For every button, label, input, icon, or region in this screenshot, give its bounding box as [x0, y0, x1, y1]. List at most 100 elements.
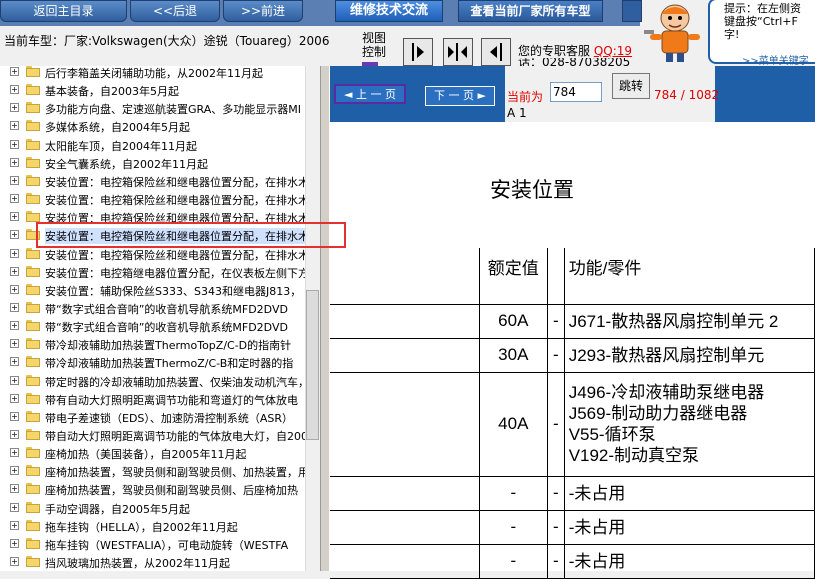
- tree-item[interactable]: + 安装位置：辅助保险丝S333、S343和继电器J813，: [0, 281, 310, 299]
- dash-cell: -: [547, 475, 565, 511]
- current-page-label: 当前为: [507, 90, 544, 104]
- expand-icon[interactable]: +: [10, 538, 19, 548]
- expand-icon[interactable]: +: [10, 339, 19, 349]
- tree-item[interactable]: + 安装位置：电控箱保险丝和继电器位置分配，在排水术: [0, 190, 310, 208]
- support-text: 您的专职客服: [518, 44, 591, 58]
- rating-header: 额定值: [478, 248, 549, 305]
- back-to-main-button[interactable]: 返回主目录: [0, 0, 127, 22]
- tree-item[interactable]: + 带自动大灯照明距离调节功能的气体放电大灯，自200: [0, 426, 310, 444]
- page-number-input[interactable]: [550, 82, 602, 102]
- expand-icon[interactable]: +: [10, 557, 19, 567]
- blank-cell: [330, 509, 480, 545]
- tree-item[interactable]: + 带“数字式组合音响”的收音机导航系统MFD2DVD: [0, 299, 310, 317]
- tree-item[interactable]: + 太阳能车顶，自2004年11月起: [0, 136, 310, 154]
- expand-icon[interactable]: +: [10, 502, 19, 512]
- expand-icon[interactable]: +: [10, 411, 19, 421]
- tree-item[interactable]: + 拖车挂钩（WESTFALIA），可电动旋转（WESTFA: [0, 535, 310, 553]
- expand-icon[interactable]: +: [10, 85, 19, 95]
- tree-item-label: 带“数字式组合音响”的收音机导航系统MFD2DVD: [45, 302, 288, 316]
- view-left-button[interactable]: [481, 38, 511, 66]
- blank-cell: [330, 475, 480, 511]
- expand-icon[interactable]: +: [10, 321, 19, 331]
- expand-icon[interactable]: +: [10, 175, 19, 185]
- expand-icon[interactable]: +: [10, 284, 19, 294]
- tree-item[interactable]: + 安装位置：电控箱保险丝和继电器位置分配，在排水术: [0, 172, 310, 190]
- folder-icon: [26, 556, 40, 568]
- tree-item[interactable]: + 多功能方向盘、定速巡航装置GRA、多功能显示器MI: [0, 99, 310, 117]
- blank-cell: [330, 337, 480, 373]
- tree-item[interactable]: + 座椅加热（美国装备），自2005年11月起: [0, 444, 310, 462]
- table-row: - - -未占用: [330, 475, 815, 511]
- tree-item[interactable]: + 带冷却液辅助加热装置ThermoZ/C-B和定时器的指: [0, 353, 310, 371]
- expand-icon[interactable]: +: [10, 121, 19, 131]
- view-right-button[interactable]: [403, 38, 433, 66]
- expand-icon[interactable]: +: [10, 393, 19, 403]
- rating-cell: 30A: [478, 337, 549, 373]
- expand-icon[interactable]: +: [10, 520, 19, 530]
- tree-item[interactable]: + 后行李箱盖关闭辅助功能，从2002年11月起: [0, 66, 310, 81]
- back-button[interactable]: <<后退: [130, 0, 220, 22]
- tree-item[interactable]: + 基本装备，自2003年5月起: [0, 81, 310, 99]
- tree-item[interactable]: + 多媒体系统，自2004年5月起: [0, 117, 310, 135]
- view-all-models-button[interactable]: 查看当前厂家所有车型: [458, 0, 603, 22]
- tree-item[interactable]: + 拖车挂钩（HELLA），自2002年11月起: [0, 517, 310, 535]
- tree-item[interactable]: + 带冷却液辅助加热装置ThermoTopZ/C-D的指南针: [0, 335, 310, 353]
- prev-arrow-icon: ◄: [344, 88, 356, 101]
- expand-icon[interactable]: +: [10, 466, 19, 476]
- function-header: 功能/零件: [563, 248, 815, 305]
- expand-icon[interactable]: +: [10, 212, 19, 222]
- menu-keyword-link[interactable]: >>菜单关键字: [742, 52, 809, 67]
- tree-item-label: 座椅加热装置，驾驶员侧和副驾驶员侧、加热装置，用: [45, 466, 309, 480]
- tree-item[interactable]: + 座椅加热装置，驾驶员侧和副驾驶员侧、后座椅加热: [0, 480, 310, 498]
- folder-icon: [26, 174, 40, 186]
- tree-item-label: 多媒体系统，自2004年5月起: [45, 121, 190, 135]
- expand-icon[interactable]: +: [10, 194, 19, 204]
- tree-item[interactable]: + 手动空调器，自2005年5月起: [0, 499, 310, 517]
- folder-icon: [26, 501, 40, 513]
- tree-item[interactable]: + 带有自动大灯照明距离调节功能和弯道灯的气体放电: [0, 390, 310, 408]
- expand-icon[interactable]: +: [10, 302, 19, 312]
- tree-item[interactable]: + 带电子差速锁（EDS）、加速防滑控制系统（ASR）: [0, 408, 310, 426]
- tech-exchange-button[interactable]: 维修技术交流: [335, 0, 443, 22]
- expand-icon[interactable]: +: [10, 448, 19, 458]
- folder-icon: [26, 120, 40, 132]
- expand-icon[interactable]: +: [10, 430, 19, 439]
- dash-cell: -: [547, 303, 565, 339]
- expand-icon[interactable]: +: [10, 484, 19, 494]
- jump-button[interactable]: 跳转: [612, 73, 650, 99]
- forward-button[interactable]: >>前进: [223, 0, 303, 22]
- tree-item-label: 带定时器的冷却液辅助加热装置、仅柴油发动机汽车，: [45, 375, 309, 389]
- prev-page-button[interactable]: ◄ 上 一 页: [334, 84, 406, 104]
- function-line: J293-散热器风扇控制单元: [568, 345, 765, 365]
- expand-icon[interactable]: +: [10, 375, 19, 385]
- expand-icon[interactable]: +: [10, 103, 19, 113]
- highlight-frame: [36, 222, 346, 248]
- tree-item-label: 手动空调器，自2005年5月起: [45, 502, 190, 516]
- expand-icon[interactable]: +: [10, 139, 19, 149]
- tree-item[interactable]: + 带“数字式组合音响”的收音机导航系统MFD2DVD: [0, 317, 310, 335]
- tree-item[interactable]: + 座椅加热装置，驾驶员侧和副驾驶员侧、加热装置，用: [0, 462, 310, 480]
- tree-item[interactable]: + 带定时器的冷却液辅助加热装置、仅柴油发动机汽车，: [0, 372, 310, 390]
- function-cell: -未占用: [563, 475, 815, 511]
- folder-icon: [26, 211, 40, 223]
- tree-item[interactable]: + 安装位置：电控箱继电器位置分配，在仪表板左侧下方: [0, 263, 310, 281]
- panel-splitter[interactable]: [320, 66, 330, 571]
- expand-icon[interactable]: +: [10, 157, 19, 167]
- tree-item[interactable]: + 挡风玻璃加热装置，从2002年11月起: [0, 553, 310, 571]
- qq-link[interactable]: QQ:19: [594, 44, 632, 58]
- tree-item[interactable]: + 安全气囊系统，自2002年11月起: [0, 154, 310, 172]
- expand-icon[interactable]: +: [10, 230, 19, 240]
- view-split-button[interactable]: [443, 38, 473, 66]
- expand-icon[interactable]: +: [10, 248, 19, 258]
- expand-icon[interactable]: +: [10, 357, 19, 367]
- expand-icon[interactable]: +: [10, 266, 19, 276]
- rating-cell: 40A: [478, 371, 549, 477]
- next-page-button[interactable]: 下 一 页 ►: [425, 86, 495, 106]
- tree-item-label: 座椅加热（美国装备），自2005年11月起: [45, 448, 247, 462]
- nav-extra-button[interactable]: [622, 0, 642, 22]
- expand-icon[interactable]: +: [10, 67, 19, 76]
- tree-scrollbar-thumb[interactable]: [306, 290, 319, 440]
- blank-cell: [330, 248, 480, 305]
- function-line: -未占用: [568, 483, 626, 503]
- tip-text-3: 字!: [724, 28, 740, 41]
